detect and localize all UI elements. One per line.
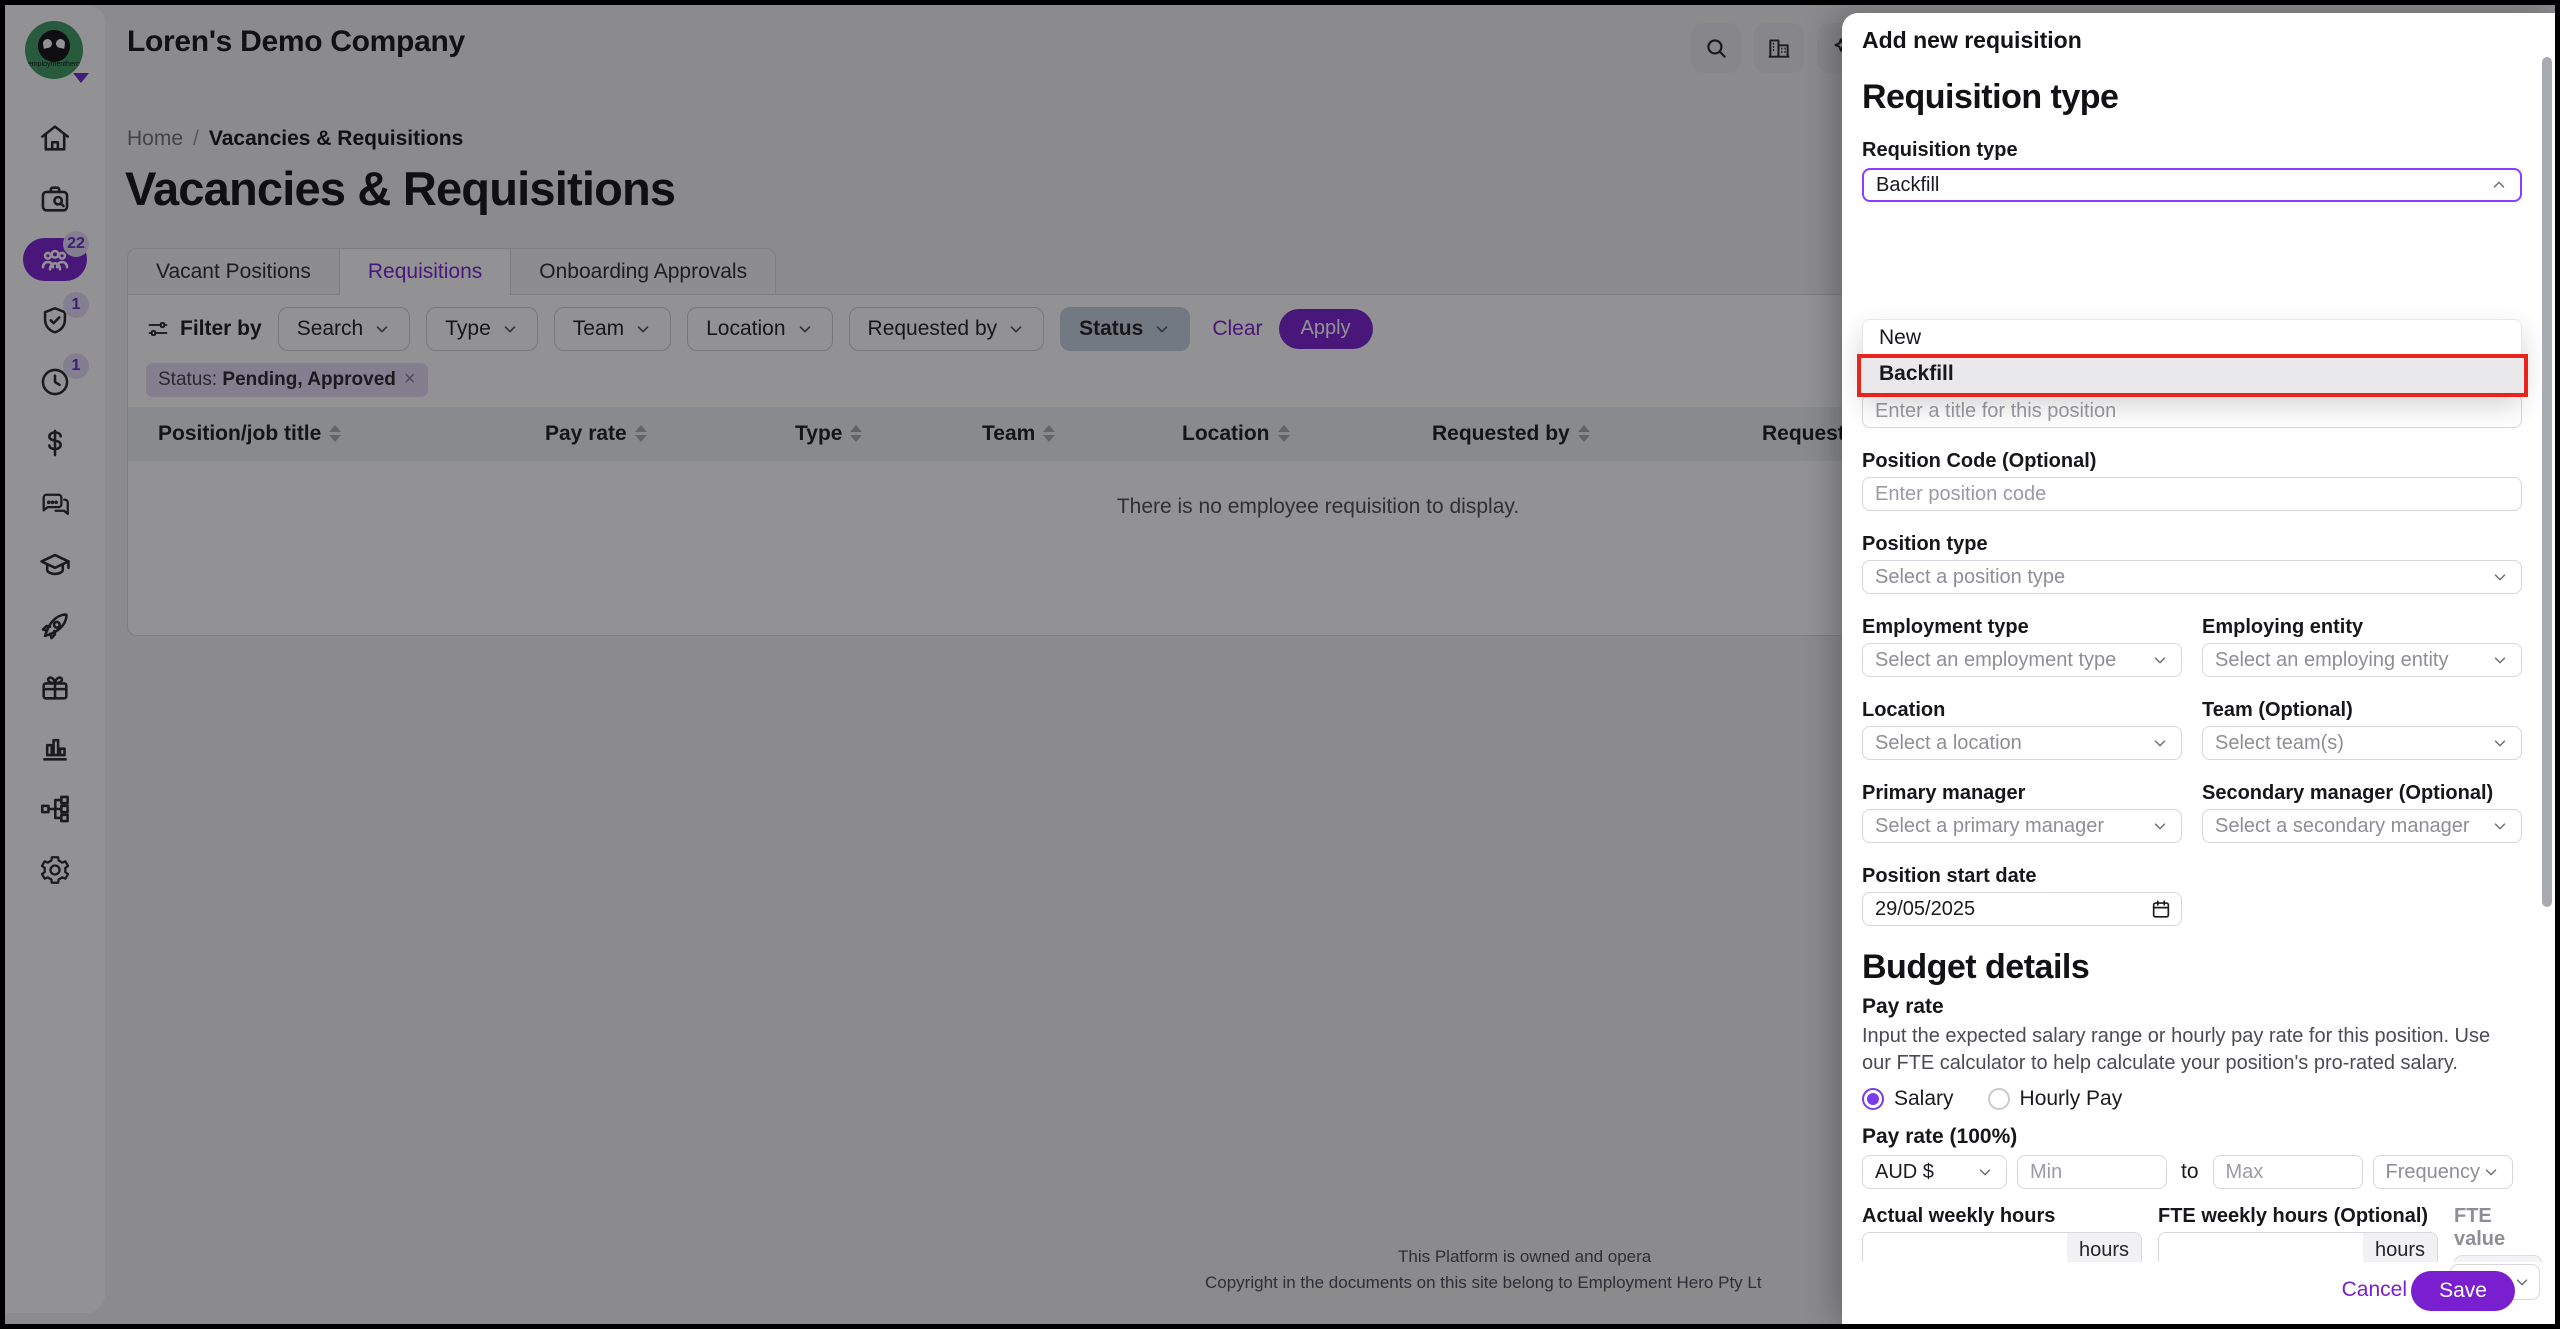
chevron-down-icon [2151,651,2169,669]
chevron-down-icon [2491,734,2509,752]
frequency-select[interactable]: Frequency [2373,1155,2513,1189]
pay-max-input[interactable] [2213,1155,2363,1189]
location-field: Location Select a location [1862,699,2182,760]
to-label: to [2177,1160,2203,1184]
position-type-field: Position type Select a position type [1862,533,2522,594]
chevron-up-icon [2490,176,2508,194]
hourly-pay-radio[interactable]: Hourly Pay [1988,1087,2123,1111]
requisition-type-label: Requisition type [1862,139,2522,162]
position-type-select[interactable]: Select a position type [1862,560,2522,594]
section-requisition-type: Requisition type [1862,78,2522,117]
employment-type-field: Employment type Select an employment typ… [1862,616,2182,677]
start-date-input[interactable] [1862,892,2182,926]
start-date-field: Position start date [1862,865,2522,926]
location-select[interactable]: Select a location [1862,726,2182,760]
chevron-down-icon [2151,817,2169,835]
drawer-scrollbar[interactable] [2542,57,2552,907]
chevron-down-icon [2491,817,2509,835]
cancel-button[interactable]: Cancel [2342,1278,2407,1302]
chevron-down-icon [2151,734,2169,752]
position-code-input[interactable] [1862,477,2522,511]
position-title-input[interactable] [1862,394,2522,428]
chevron-down-icon [2513,1273,2531,1291]
drawer-footer: Cancel Save [1842,1262,2555,1324]
pay-rate-description: Input the expected salary range or hourl… [1862,1023,2522,1077]
employment-type-select[interactable]: Select an employment type [1862,643,2182,677]
drawer-title: Add new requisition [1862,27,2522,54]
save-button[interactable]: Save [2411,1271,2515,1311]
add-requisition-drawer: Add new requisition Requisition type Req… [1842,13,2555,1324]
radio-selected-icon [1862,1088,1884,1110]
chevron-down-icon [2491,568,2509,586]
option-new[interactable]: New [1863,320,2521,356]
app-window: employmenthero 22 1 1 [0,0,2560,1329]
primary-manager-select[interactable]: Select a primary manager [1862,809,2182,843]
salary-radio[interactable]: Salary [1862,1087,1954,1111]
currency-select[interactable]: AUD $ [1862,1155,2007,1189]
team-select[interactable]: Select team(s) [2202,726,2522,760]
pay-rate-label: Pay rate [1862,995,2522,1019]
requisition-type-select[interactable]: Backfill [1862,168,2522,202]
chevron-down-icon [2491,651,2509,669]
primary-manager-field: Primary manager Select a primary manager [1862,782,2182,843]
team-field: Team (Optional) Select team(s) [2202,699,2522,760]
chevron-down-icon [1976,1163,1994,1181]
calendar-icon[interactable] [2150,898,2172,920]
requisition-type-dropdown: New Backfill [1862,319,2522,393]
radio-unselected-icon [1988,1088,2010,1110]
section-budget-details: Budget details [1862,948,2522,987]
chevron-down-icon [2482,1163,2500,1181]
secondary-manager-field: Secondary manager (Optional) Select a se… [2202,782,2522,843]
pay-type-radios: Salary Hourly Pay [1862,1085,2522,1113]
pay-rate-pct-label: Pay rate (100%) [1862,1125,2522,1149]
pay-min-input[interactable] [2017,1155,2167,1189]
option-backfill[interactable]: Backfill [1863,356,2521,392]
position-code-field: Position Code (Optional) [1862,450,2522,511]
employing-entity-field: Employing entity Select an employing ent… [2202,616,2522,677]
drawer-body: Add new requisition Requisition type Req… [1862,27,2522,1329]
secondary-manager-select[interactable]: Select a secondary manager [2202,809,2522,843]
pay-rate-row: AUD $ to Frequency [1862,1155,2522,1189]
employing-entity-select[interactable]: Select an employing entity [2202,643,2522,677]
